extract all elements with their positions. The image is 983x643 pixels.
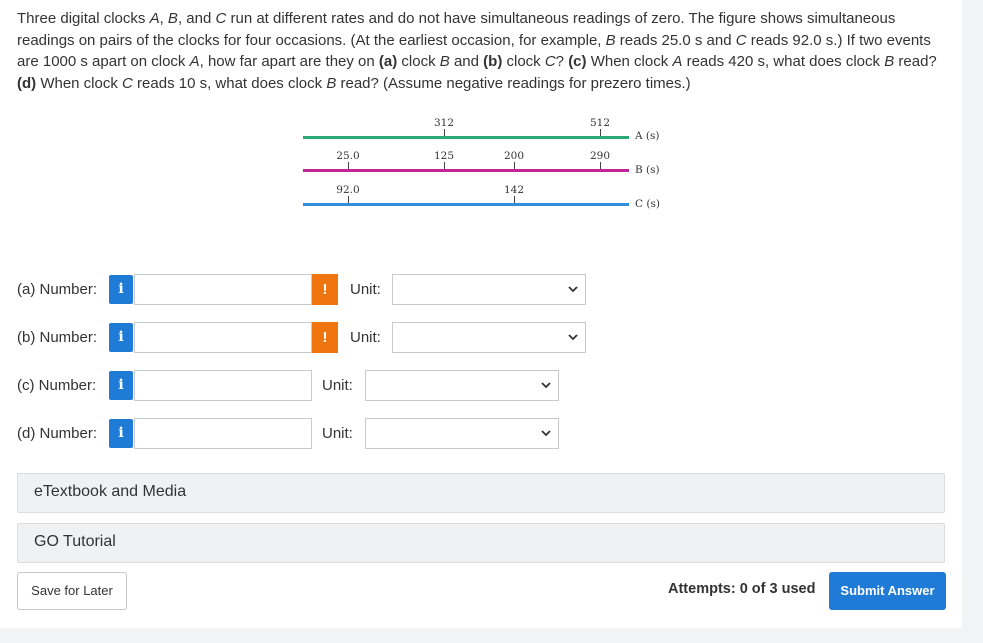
answer-a-unit-select[interactable] [392, 274, 586, 305]
c-reading-142: 142 [503, 184, 525, 196]
a-reading-312: 312 [433, 117, 455, 129]
question-card: Three digital clocks A, B, and C run at … [0, 0, 962, 628]
warning-icon: ! [312, 274, 338, 305]
warning-icon: ! [312, 322, 338, 353]
go-tutorial-label: GO Tutorial [34, 533, 116, 550]
b-reading-290: 290 [589, 150, 611, 162]
chevron-down-icon [541, 382, 551, 389]
chevron-down-icon [568, 286, 578, 293]
info-icon[interactable]: i [109, 323, 133, 352]
unit-label: Unit: [322, 425, 353, 442]
b-reading-125: 125 [433, 150, 455, 162]
question-text: Three digital clocks A, B, and C run at … [17, 10, 937, 92]
clock-a-axis-label: A (s) [635, 130, 660, 142]
answer-c-label: (c) Number: [17, 377, 97, 394]
info-icon[interactable]: i [109, 275, 133, 304]
info-icon[interactable]: i [109, 419, 133, 448]
clock-b-line [303, 169, 629, 172]
c-reading-92: 92.0 [336, 184, 360, 196]
b-reading-25: 25.0 [336, 150, 360, 162]
answer-row-d: (d) Number: i Unit: [17, 418, 617, 451]
etextbook-label: eTextbook and Media [34, 483, 187, 500]
clock-c-axis-label: C (s) [635, 198, 660, 210]
a-reading-512: 512 [589, 117, 611, 129]
answer-row-c: (c) Number: i Unit: [17, 370, 617, 403]
answer-row-b: (b) Number: i ! Unit: [17, 322, 617, 355]
answer-d-label: (d) Number: [17, 425, 98, 442]
unit-label: Unit: [322, 377, 353, 394]
answer-c-number-input[interactable] [134, 370, 312, 401]
answer-b-label: (b) Number: [17, 329, 98, 346]
attempts-counter: Attempts: 0 of 3 used [668, 581, 816, 597]
clock-a-line [303, 136, 629, 139]
info-icon[interactable]: i [109, 371, 133, 400]
answer-a-number-input[interactable] [134, 274, 312, 305]
unit-label: Unit: [350, 281, 381, 298]
chevron-down-icon [541, 430, 551, 437]
answer-a-label: (a) Number: [17, 281, 98, 298]
answer-d-number-input[interactable] [134, 418, 312, 449]
submit-answer-button[interactable]: Submit Answer [829, 572, 946, 610]
answer-b-unit-select[interactable] [392, 322, 586, 353]
answer-d-unit-select[interactable] [365, 418, 559, 449]
answer-row-a: (a) Number: i ! Unit: [17, 274, 617, 307]
answer-c-unit-select[interactable] [365, 370, 559, 401]
clock-b-axis-label: B (s) [635, 164, 660, 176]
clock-figure: 312 512 A (s) 25.0 125 200 290 B (s) 92.… [303, 114, 683, 214]
etextbook-panel[interactable]: eTextbook and Media [17, 473, 945, 513]
save-for-later-button[interactable]: Save for Later [17, 572, 127, 610]
clock-c-line [303, 203, 629, 206]
answer-b-number-input[interactable] [134, 322, 312, 353]
b-reading-200: 200 [503, 150, 525, 162]
go-tutorial-panel[interactable]: GO Tutorial [17, 523, 945, 563]
chevron-down-icon [568, 334, 578, 341]
unit-label: Unit: [350, 329, 381, 346]
